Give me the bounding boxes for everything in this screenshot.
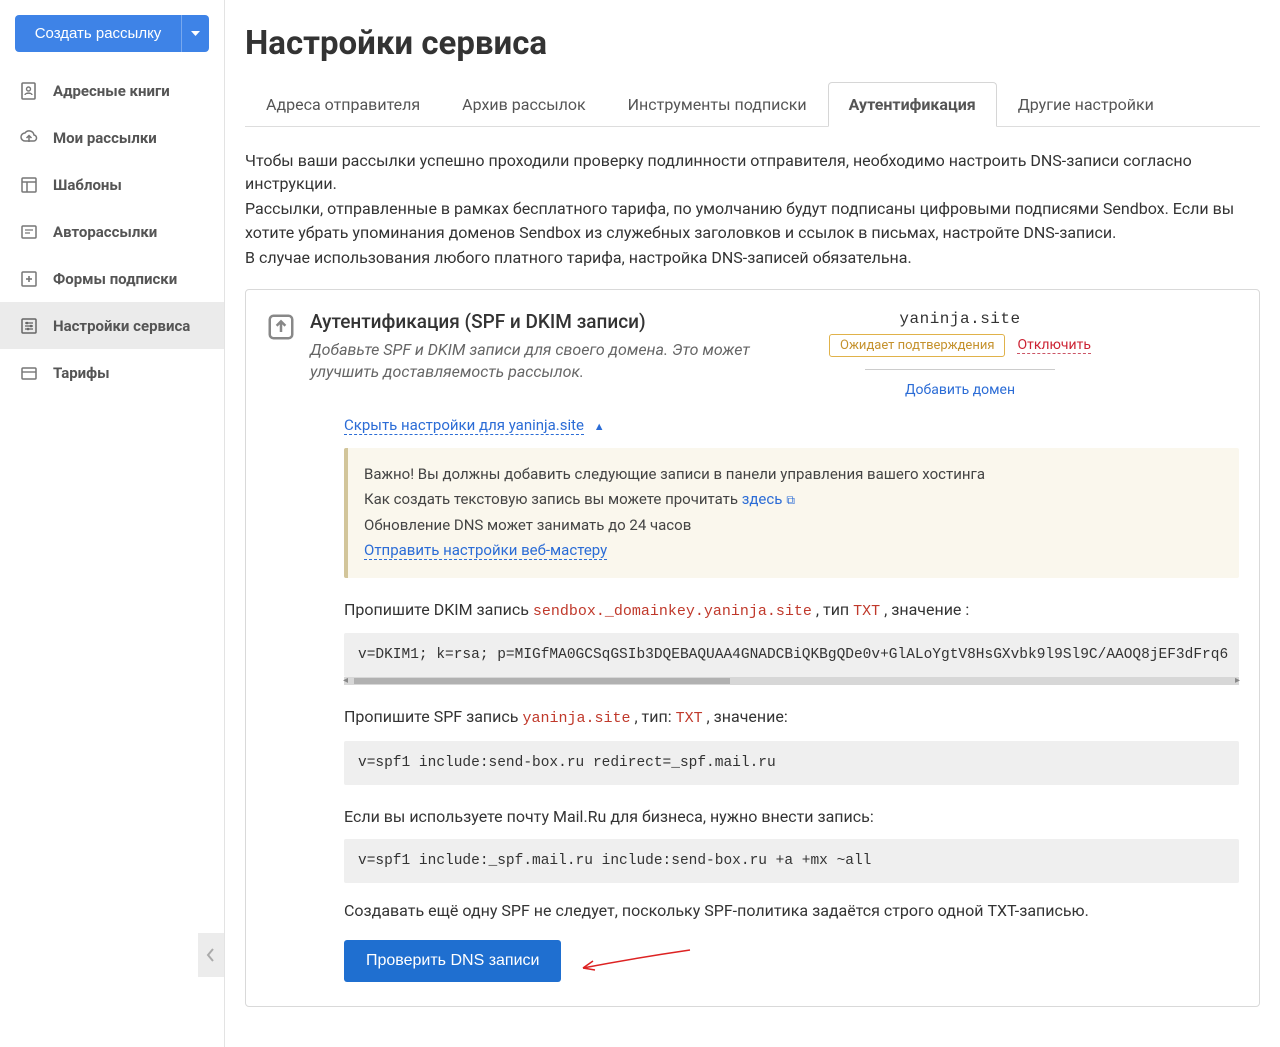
tab-sender-addresses[interactable]: Адреса отправителя [245,82,441,127]
form-icon [18,268,39,289]
sidebar-item-label: Тарифы [53,364,110,382]
sidebar-item-label: Мои рассылки [53,129,157,147]
sidebar-item-tariffs[interactable]: Тарифы [0,349,224,396]
caret-up-icon: ▲ [594,420,605,433]
panel-title: Аутентификация (SPF и DKIM записи) [310,310,810,333]
caret-down-icon [191,31,200,37]
sidebar-item-subscription-forms[interactable]: Формы подписки [0,255,224,302]
dkim-value[interactable]: v=DKIM1; k=rsa; p=MIGfMA0GCSqGSIb3DQEBAQ… [344,633,1239,677]
sidebar-item-autoresponders[interactable]: Авторассылки [0,208,224,255]
spf-record: Пропишите SPF запись yaninja.site , тип:… [344,705,1239,785]
main-content: Настройки сервиса Адреса отправителя Арх… [225,0,1280,1047]
send-to-webmaster-link[interactable]: Отправить настройки веб-мастеру [364,541,607,560]
disable-link[interactable]: Отключить [1017,337,1091,354]
template-icon [18,174,39,195]
check-dns-button[interactable]: Проверить DNS записи [344,940,561,982]
panel-subtitle: Добавьте SPF и DKIM записи для своего до… [310,339,810,382]
status-badge: Ожидает подтверждения [829,334,1005,357]
help-link[interactable]: здесь⧉ [742,490,795,508]
scrollbar[interactable]: ◂▸ [344,677,1239,685]
add-domain-link[interactable]: Добавить домен [905,382,1015,398]
tab-authentication[interactable]: Аутентификация [828,82,997,127]
dkim-type: TXT [853,603,880,620]
toggle-settings-link[interactable]: Скрыть настройки для yaninja.site [344,416,584,435]
sidebar-collapse-handle[interactable] [198,933,224,977]
dkim-record: Пропишите DKIM запись sendbox._domainkey… [344,598,1239,686]
sidebar-item-label: Авторассылки [53,223,157,241]
auth-panel: Аутентификация (SPF и DKIM записи) Добав… [245,289,1260,1007]
settings-tabs: Адреса отправителя Архив рассылок Инстру… [245,81,1260,127]
sidebar-item-label: Адресные книги [53,82,170,100]
external-link-icon: ⧉ [786,493,795,507]
cloud-upload-icon [18,127,39,148]
wallet-icon [18,362,39,383]
upload-icon [266,310,310,398]
tab-archive[interactable]: Архив рассылок [441,82,606,127]
arrow-annotation [575,948,695,974]
alert-box: Важно! Вы должны добавить следующие запи… [344,448,1239,578]
sidebar-item-label: Настройки сервиса [53,317,190,335]
autoresponder-icon [18,221,39,242]
sidebar-item-templates[interactable]: Шаблоны [0,161,224,208]
mailru-value[interactable]: v=spf1 include:_spf.mail.ru include:send… [344,839,1239,883]
sidebar-item-address-books[interactable]: Адресные книги [0,67,224,114]
divider [865,369,1055,370]
settings-icon [18,315,39,336]
domain-name: yaninja.site [810,310,1110,328]
spf-note: Создавать ещё одну SPF не следует, поско… [344,901,1239,920]
sidebar-item-label: Формы подписки [53,270,177,288]
page-title: Настройки сервиса [245,24,1260,63]
spf-type: TXT [676,710,703,727]
intro-text: Чтобы ваши рассылки успешно проходили пр… [245,149,1260,269]
dns-settings: Важно! Вы должны добавить следующие запи… [344,448,1239,982]
chevron-left-icon [206,947,216,963]
spf-host: yaninja.site [522,710,630,727]
create-campaign-button[interactable]: Создать рассылку [15,15,181,52]
spf-value[interactable]: v=spf1 include:send-box.ru redirect=_spf… [344,741,1239,785]
sidebar: Создать рассылку Адресные книги Мои расс… [0,0,225,1047]
dkim-host: sendbox._domainkey.yaninja.site [533,603,812,620]
book-icon [18,80,39,101]
mailru-record: Если вы используете почту Mail.Ru для би… [344,805,1239,883]
tab-other-settings[interactable]: Другие настройки [997,82,1175,127]
sidebar-item-label: Шаблоны [53,176,122,194]
create-campaign-caret[interactable] [181,15,209,52]
sidebar-item-service-settings[interactable]: Настройки сервиса [0,302,224,349]
tab-subscription-tools[interactable]: Инструменты подписки [607,82,828,127]
sidebar-item-my-campaigns[interactable]: Мои рассылки [0,114,224,161]
